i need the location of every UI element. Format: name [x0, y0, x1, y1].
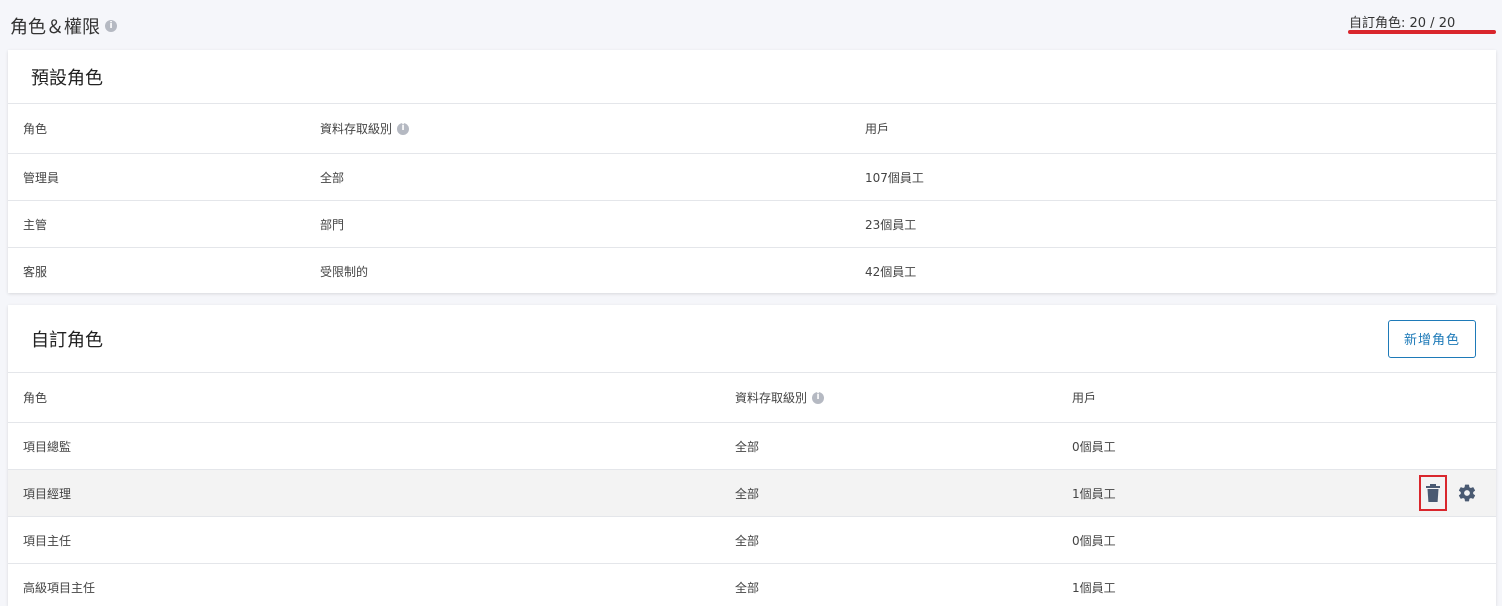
table-row[interactable]: 高級項目主任 全部 1個員工: [8, 564, 1496, 606]
access-level: 全部: [735, 533, 760, 548]
custom-roles-header: 自訂角色 新增角色: [8, 305, 1496, 373]
role-name: 高級項目主任: [23, 581, 96, 595]
access-level: 全部: [735, 439, 760, 454]
access-level: 全部: [320, 170, 345, 185]
access-level: 受限制的: [320, 265, 369, 279]
table-row[interactable]: 項目經理 全部 1個員工: [8, 470, 1496, 517]
user-count: 1個員工: [1072, 581, 1116, 595]
page-title-text: 角色＆權限: [10, 17, 100, 38]
info-icon[interactable]: i: [812, 391, 825, 404]
quota-highlight-underline: [1348, 30, 1496, 34]
custom-roles-card: 自訂角色 新增角色 角色 資料存取級別 i 用戶 項目總監 全部 0個員工 項目…: [8, 305, 1496, 606]
default-roles-title: 預設角色: [31, 67, 103, 89]
access-level: 部門: [320, 217, 345, 232]
table-row[interactable]: 主管 部門 23個員工: [8, 201, 1496, 248]
column-header-users: 用戶: [865, 122, 890, 136]
column-header-access-label: 資料存取級別: [735, 391, 808, 405]
default-roles-header: 預設角色: [8, 50, 1496, 104]
access-level: 全部: [735, 581, 760, 595]
page-header: 角色＆權限 i 自訂角色: 20 / 20: [0, 0, 1502, 48]
gear-icon[interactable]: [1453, 475, 1481, 511]
role-name: 項目主任: [23, 533, 72, 548]
user-count: 42個員工: [865, 265, 917, 279]
user-count: 0個員工: [1072, 533, 1116, 548]
custom-role-quota: 自訂角色: 20 / 20: [1349, 16, 1456, 31]
row-actions: [1419, 470, 1481, 516]
user-count: 1個員工: [1072, 486, 1116, 501]
default-roles-card: 預設角色 角色 資料存取級別 i 用戶 管理員 全部 107個員工 主管 部門 …: [8, 50, 1496, 293]
table-row[interactable]: 項目主任 全部 0個員工: [8, 517, 1496, 564]
column-header-access-label: 資料存取級別: [320, 122, 393, 136]
column-header-access: 資料存取級別 i: [735, 373, 825, 422]
info-icon[interactable]: i: [105, 20, 117, 32]
role-name: 管理員: [23, 170, 60, 185]
column-header-role: 角色: [23, 122, 48, 136]
table-row[interactable]: 管理員 全部 107個員工: [8, 154, 1496, 201]
role-name: 主管: [23, 217, 48, 232]
add-role-button[interactable]: 新增角色: [1387, 319, 1476, 358]
table-row[interactable]: 客服 受限制的 42個員工: [8, 248, 1496, 295]
column-header-access: 資料存取級別 i: [320, 104, 410, 153]
table-header-row: 角色 資料存取級別 i 用戶: [8, 104, 1496, 154]
trash-icon[interactable]: [1419, 475, 1447, 511]
user-count: 0個員工: [1072, 439, 1116, 454]
page-title: 角色＆權限 i: [10, 13, 117, 39]
table-header-row: 角色 資料存取級別 i 用戶: [8, 373, 1496, 423]
role-name: 項目經理: [23, 486, 72, 501]
column-header-users: 用戶: [1072, 391, 1097, 405]
column-header-role: 角色: [23, 391, 48, 405]
role-name: 項目總監: [23, 439, 72, 454]
user-count: 107個員工: [865, 170, 924, 185]
info-icon[interactable]: i: [397, 122, 410, 135]
user-count: 23個員工: [865, 217, 917, 232]
custom-roles-title: 自訂角色: [31, 329, 103, 351]
table-row[interactable]: 項目總監 全部 0個員工: [8, 423, 1496, 470]
access-level: 全部: [735, 486, 760, 501]
role-name: 客服: [23, 265, 48, 279]
